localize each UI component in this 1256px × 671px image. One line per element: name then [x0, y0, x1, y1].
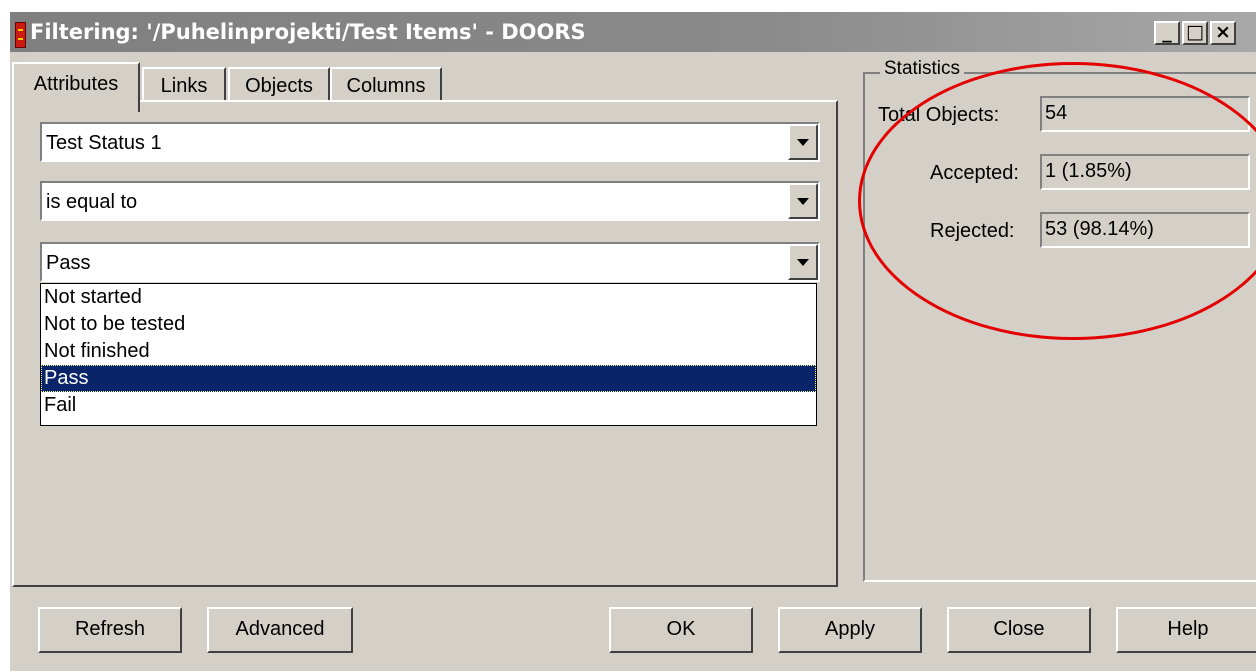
maximize-button[interactable]: □: [1182, 21, 1208, 45]
maximize-icon: □: [1186, 21, 1204, 43]
accepted-field: 1 (1.85%): [1040, 154, 1250, 190]
rejected-field: 53 (98.14%): [1040, 212, 1250, 248]
total-objects-field: 54: [1040, 96, 1250, 132]
value-combo-value: Pass: [46, 252, 91, 274]
tab-attributes[interactable]: Attributes: [12, 62, 140, 112]
close-icon: ×: [1215, 21, 1231, 43]
minimize-button[interactable]: _: [1154, 21, 1180, 45]
attribute-combo[interactable]: Test Status 1: [40, 122, 820, 162]
value-dropdown-list[interactable]: Not started Not to be tested Not finishe…: [40, 283, 817, 426]
chevron-down-icon[interactable]: [788, 183, 818, 219]
close-button[interactable]: Close: [947, 607, 1091, 653]
help-button[interactable]: Help: [1116, 607, 1256, 653]
ok-button[interactable]: OK: [609, 607, 753, 653]
apply-button[interactable]: Apply: [778, 607, 922, 653]
option-fail[interactable]: Fail: [41, 392, 816, 419]
statistics-legend: Statistics: [880, 58, 965, 80]
value-combo[interactable]: Pass: [40, 242, 820, 282]
chevron-down-icon[interactable]: [788, 244, 818, 280]
total-objects-label: Total Objects:: [878, 104, 1000, 126]
doors-app-icon: [15, 22, 26, 48]
title-bar[interactable]: Filtering: '/Puhelinprojekti/Test Items'…: [10, 12, 1256, 52]
option-not-to-be-tested[interactable]: Not to be tested: [41, 311, 816, 338]
statistics-group: [863, 72, 1256, 582]
close-window-button[interactable]: ×: [1210, 21, 1236, 45]
rejected-label: Rejected:: [930, 220, 1015, 242]
accepted-label: Accepted:: [930, 162, 1019, 184]
minimize-icon: _: [1162, 21, 1172, 43]
option-not-started[interactable]: Not started: [41, 284, 816, 311]
option-not-finished[interactable]: Not finished: [41, 338, 816, 365]
attribute-combo-value: Test Status 1: [46, 132, 162, 154]
condition-combo[interactable]: is equal to: [40, 181, 820, 221]
filtering-dialog: Filtering: '/Puhelinprojekti/Test Items'…: [10, 12, 1256, 671]
option-pass[interactable]: Pass: [41, 365, 816, 392]
window-title: Filtering: '/Puhelinprojekti/Test Items'…: [30, 20, 586, 44]
refresh-button[interactable]: Refresh: [38, 607, 182, 653]
advanced-button[interactable]: Advanced: [207, 607, 353, 653]
chevron-down-icon[interactable]: [788, 124, 818, 160]
condition-combo-value: is equal to: [46, 191, 138, 213]
